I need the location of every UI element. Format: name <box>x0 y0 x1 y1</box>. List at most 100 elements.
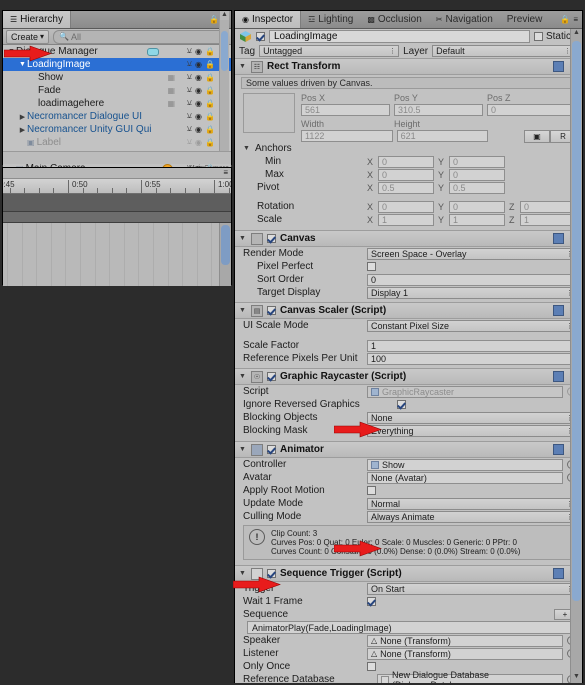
inspector-scrollbar[interactable]: ▲ ▼ <box>570 29 582 683</box>
layer-dropdown[interactable]: Default ⋮ <box>432 45 574 57</box>
render-mode-dropdown[interactable]: Screen Space - Overlay ⋮ <box>367 247 576 260</box>
timeline-scroll-thumb[interactable] <box>221 225 230 265</box>
lock-icon[interactable]: 🔒 <box>205 112 215 121</box>
anchor-max-y[interactable]: 0 <box>449 168 505 181</box>
trigger-dropdown[interactable]: On Start ⋮ <box>367 582 576 595</box>
hierarchy-scroll-thumb[interactable] <box>221 31 228 71</box>
scale-factor-field[interactable]: 1 <box>367 339 576 352</box>
rotation-y[interactable]: 0 <box>449 200 505 213</box>
rotation-z[interactable]: 0 <box>520 200 576 213</box>
scale-x[interactable]: 1 <box>378 213 434 226</box>
foldout-triangle-icon[interactable]: ▼ <box>239 63 247 70</box>
gameobject-enabled-checkbox[interactable] <box>256 32 265 41</box>
static-person-icon[interactable]: ⚺ <box>187 124 192 134</box>
anchor-min-x[interactable]: 0 <box>378 155 434 168</box>
speaker-objectfield[interactable]: △ None (Transform) <box>367 634 563 647</box>
visibility-eye-icon[interactable]: ◉ <box>195 60 202 69</box>
ui-scale-mode-dropdown[interactable]: Constant Pixel Size ⋮ <box>367 319 576 332</box>
foldout-triangle-icon[interactable]: ▼ <box>239 235 247 242</box>
create-button[interactable]: Create ▾ <box>6 29 50 44</box>
only-once-checkbox[interactable] <box>367 662 376 671</box>
hierarchy-row[interactable]: Fade ▦ ⚺ ◉ 🔒 <box>3 84 231 97</box>
avatar-objectfield[interactable]: None (Avatar) <box>367 471 563 484</box>
help-icon[interactable] <box>553 61 565 72</box>
component-enabled-checkbox[interactable] <box>267 234 276 243</box>
visibility-eye-icon[interactable]: ◉ <box>195 112 202 121</box>
tag-dropdown[interactable]: Untagged ⋮ <box>259 45 400 57</box>
blocking-objects-dropdown[interactable]: None ⋮ <box>367 411 576 424</box>
pos-x-field[interactable]: 561 <box>301 104 390 116</box>
search-input[interactable]: 🔍 All <box>53 29 228 44</box>
target-display-dropdown[interactable]: Display 1 ⋮ <box>367 286 576 299</box>
visibility-eye-icon[interactable]: ◉ <box>195 73 202 82</box>
foldout-triangle-icon[interactable]: ▼ <box>243 145 251 152</box>
ignore-reversed-checkbox[interactable] <box>397 400 406 409</box>
tab-inspector[interactable]: ◉ Inspector <box>235 11 302 28</box>
visibility-eye-icon[interactable]: ◉ <box>195 125 202 134</box>
static-person-icon[interactable]: ⚺ <box>187 72 192 82</box>
wait-one-frame-checkbox[interactable] <box>367 597 376 606</box>
hierarchy-row[interactable]: loadimagehere ▦ ⚺ ◉ 🔒 <box>3 97 231 110</box>
visibility-eye-icon[interactable]: ◉ <box>195 47 202 56</box>
pos-z-field[interactable]: 0 <box>487 104 576 116</box>
tab-navigation[interactable]: ✂ Navigation <box>429 11 500 28</box>
static-checkbox[interactable] <box>533 32 543 41</box>
static-person-icon[interactable]: ⚺ <box>187 98 192 108</box>
foldout-triangle-icon[interactable]: ▼ <box>239 446 247 453</box>
sort-order-field[interactable]: 0 <box>367 273 576 286</box>
anchors-foldout-row[interactable]: ▼ Anchors <box>235 142 582 155</box>
anchor-max-x[interactable]: 0 <box>378 168 434 181</box>
timeline-grid[interactable] <box>3 223 231 286</box>
lock-icon[interactable]: 🔒 <box>205 60 215 69</box>
component-header-rect-transform[interactable]: ▼ ☷ Rect Transform ⚙ <box>235 58 582 75</box>
tab-hierarchy[interactable]: ☰ Hierarchy <box>3 11 71 28</box>
static-person-icon[interactable]: ⚺ <box>187 59 192 69</box>
foldout-triangle-icon[interactable]: ▼ <box>239 373 247 380</box>
visibility-eye-icon[interactable]: ◉ <box>195 99 202 108</box>
tab-occlusion[interactable]: ▩ Occlusion <box>360 11 428 28</box>
lock-icon[interactable]: 🔒 <box>205 99 215 108</box>
scale-z[interactable]: 1 <box>520 213 576 226</box>
controller-objectfield[interactable]: Show <box>367 458 563 471</box>
height-field[interactable]: 621 <box>396 130 489 142</box>
visibility-eye-icon[interactable]: ◉ <box>195 138 202 147</box>
pivot-y[interactable]: 0.5 <box>449 181 505 194</box>
inspector-body[interactable]: LoadingImage Static ▾ Tag Untagged ⋮ Lay… <box>235 29 582 683</box>
culling-mode-dropdown[interactable]: Always Animate ⋮ <box>367 510 576 523</box>
help-icon[interactable] <box>553 371 565 382</box>
tab-lighting[interactable]: ☲ Lighting <box>301 11 360 28</box>
pos-y-field[interactable]: 310.5 <box>394 104 483 116</box>
pivot-x[interactable]: 0.5 <box>378 181 434 194</box>
panel-menu-icon[interactable]: ≡ <box>573 15 578 24</box>
help-icon[interactable] <box>553 305 565 316</box>
hierarchy-scrollbar[interactable]: ▲ ▼ <box>219 11 229 164</box>
component-header-canvas-scaler[interactable]: ▼ ▤ Canvas Scaler (Script) ⚙ <box>235 302 582 319</box>
anchor-min-y[interactable]: 0 <box>449 155 505 168</box>
component-enabled-checkbox[interactable] <box>267 306 276 315</box>
help-icon[interactable] <box>553 444 565 455</box>
apply-root-motion-checkbox[interactable] <box>367 486 376 495</box>
foldout-triangle-icon[interactable]: ▼ <box>239 307 247 314</box>
visibility-eye-icon[interactable]: ◉ <box>195 86 202 95</box>
help-icon[interactable] <box>553 568 565 579</box>
timeline-scrollbar[interactable] <box>219 223 231 286</box>
timeline-ruler[interactable]: 0:450:500:551:00 <box>3 179 231 194</box>
blocking-mask-dropdown[interactable]: Everything ⋮ <box>367 424 576 437</box>
foldout-open-icon[interactable]: ▼ <box>18 61 27 68</box>
reference-database-objectfield[interactable]: New Dialogue Database (DialogueDatabas <box>377 670 563 683</box>
rotation-x[interactable]: 0 <box>378 200 434 213</box>
static-person-icon[interactable]: ⚺ <box>187 111 192 121</box>
scroll-up-icon[interactable]: ▲ <box>220 11 229 20</box>
component-enabled-checkbox[interactable] <box>267 372 276 381</box>
static-person-icon[interactable]: ⚺ <box>187 85 192 95</box>
sequence-text-field[interactable]: AnimatorPlay(Fade,LoadingImage) <box>247 621 576 634</box>
component-enabled-checkbox[interactable] <box>267 445 276 454</box>
scale-y[interactable]: 1 <box>449 213 505 226</box>
lock-icon[interactable]: 🔒 <box>205 86 215 95</box>
inspector-scroll-thumb[interactable] <box>572 41 581 601</box>
foldout-closed-icon[interactable]: ▶ <box>18 113 27 121</box>
component-header-animator[interactable]: ▼ Animator ⚙ <box>235 441 582 458</box>
gameobject-name-field[interactable]: LoadingImage <box>269 30 530 43</box>
listener-objectfield[interactable]: △ None (Transform) <box>367 647 563 660</box>
blueprint-mode-button[interactable]: ▣ <box>524 129 551 143</box>
